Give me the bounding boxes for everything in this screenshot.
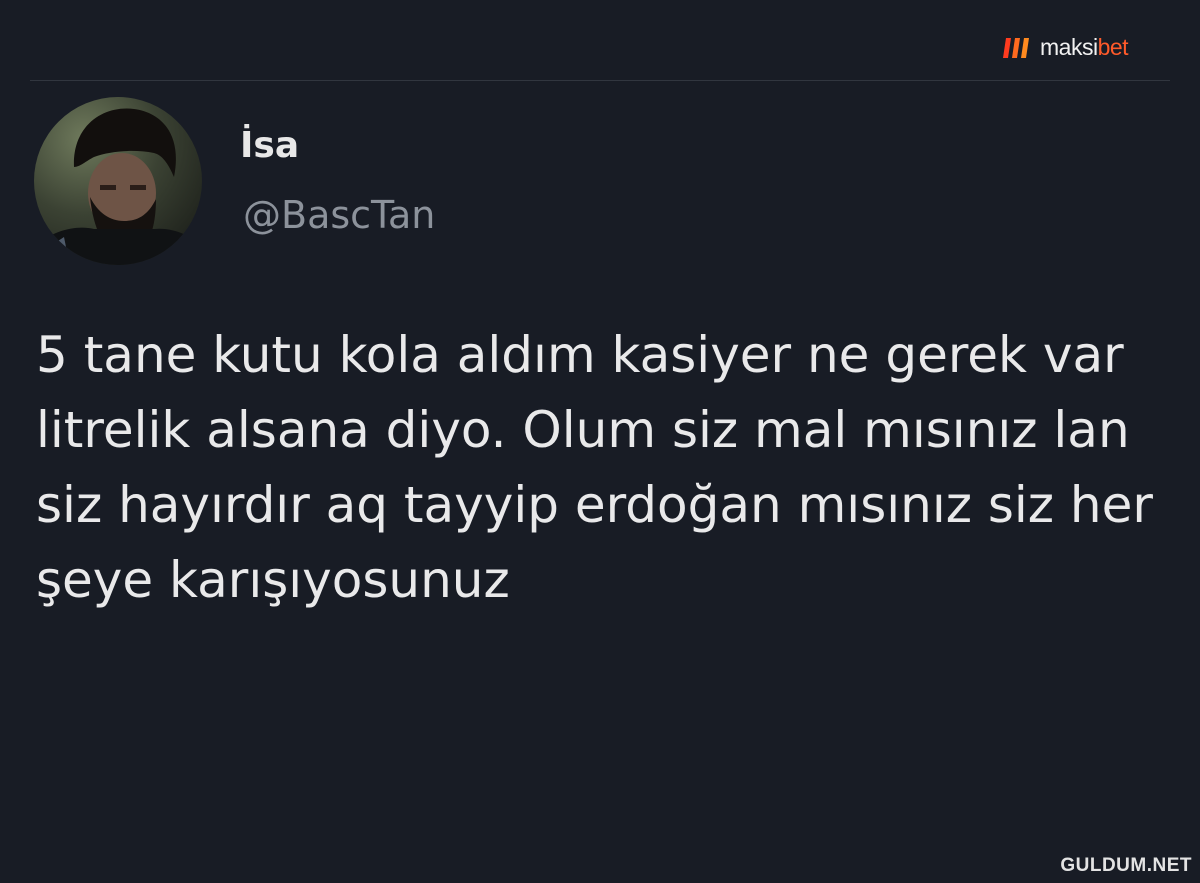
- maksibet-logo-icon: [1003, 38, 1029, 58]
- header-divider: [30, 80, 1170, 81]
- site-watermark: GULDUM.NET: [1060, 855, 1192, 876]
- user-handle[interactable]: @BascTan: [243, 196, 435, 234]
- maksibet-brand: maksibet: [1000, 33, 1129, 60]
- avatar[interactable]: [34, 97, 202, 265]
- tweet-text: 5 tane kutu kola aldım kasiyer ne gerek …: [36, 326, 1153, 609]
- brand-name: maksibet: [1040, 33, 1129, 60]
- display-name[interactable]: İsa: [240, 128, 299, 164]
